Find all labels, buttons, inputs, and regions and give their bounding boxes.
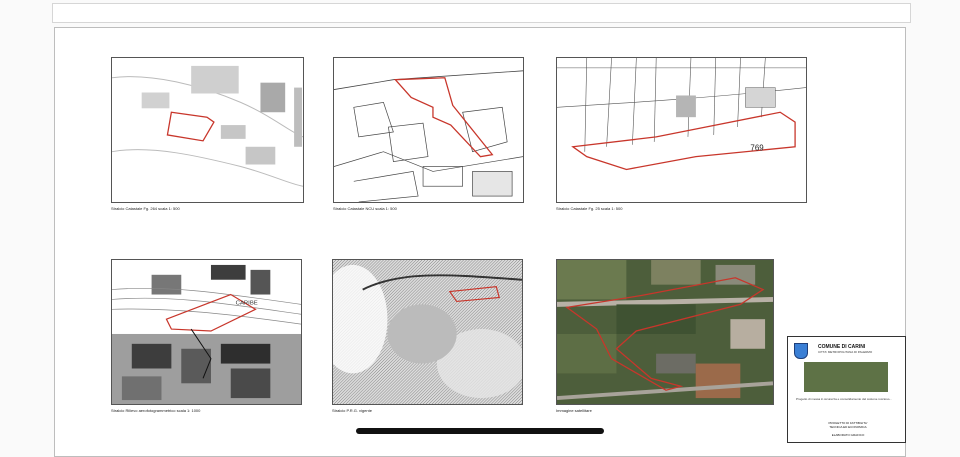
title-block-subtitle: CITTA' METROPOLITANA DI PALERMO [818,350,873,354]
panel-caption: Stralcio P.R.G. vigente [332,408,372,413]
title-block-description: Progetto di messa in sicurezza e consoli… [796,397,892,401]
home-indicator[interactable] [356,428,604,434]
title-block-row: ELABORATO GRAFICO [831,433,865,437]
map-panel-cadastral-25[interactable]: 769 [556,57,807,203]
title-block-row: TECNICA ED ECONOMICA [829,425,867,429]
map-panel-cadastral-ncu[interactable] [333,57,524,203]
place-label: CARIBE [236,300,258,306]
title-block-photo [804,362,888,392]
panel-caption: Stralcio Catastale Fg. 25 scala 1: 500 [556,206,623,211]
map-panel-aerophotogrammetric[interactable]: CARIBE [111,259,302,405]
panel-caption: Immagine satellitare [556,408,592,413]
municipal-crest-icon [794,343,808,359]
map-panel-cadastral-264[interactable] [111,57,304,203]
top-toolbar [52,3,911,23]
map-panel-prg[interactable] [332,259,523,405]
parcel-label: 769 [750,144,764,153]
panel-caption: Stralcio Catastale NCU scala 1: 500 [333,206,397,211]
title-block: COMUNE DI CARINI CITTA' METROPOLITANA DI… [787,336,906,443]
panel-caption: Stralcio Catastale Fg. 264 scala 1: 500 [111,206,180,211]
panel-caption: Stralcio Rilievo aerofotogrammetrico sca… [111,408,201,413]
map-panel-satellite[interactable] [556,259,774,405]
